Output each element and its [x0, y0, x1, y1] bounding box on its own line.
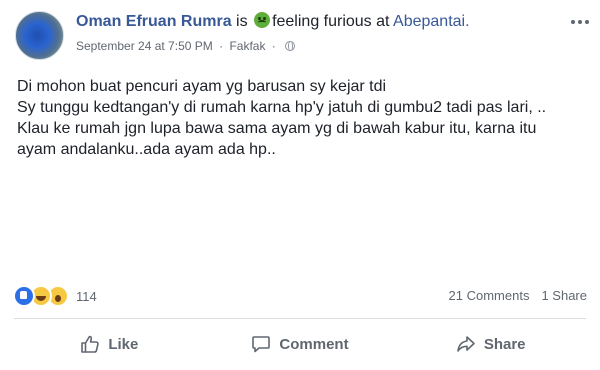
post-timestamp[interactable]: September 24 at 7:50 PM — [76, 39, 213, 53]
thumbs-up-icon — [81, 335, 100, 353]
post-text-line: Di mohon buat pencuri ayam yg barusan sy… — [17, 78, 387, 95]
post-text-line: Klau ke rumah jgn lupa bawa sama ayam yg… — [17, 120, 537, 137]
engagement-counts: 21 Comments 1 Share — [449, 287, 587, 305]
reactions-summary[interactable]: 114 — [13, 285, 97, 307]
dot-icon — [571, 20, 575, 24]
post-body: Di mohon buat pencuri ayam yg barusan sy… — [17, 76, 592, 160]
location-link[interactable]: Abepantai. — [393, 13, 470, 30]
meta-separator: · — [271, 39, 276, 53]
headline-connector: is — [236, 13, 248, 30]
post-headline: Oman Efruan Rumra is feeling furious at … — [76, 12, 470, 32]
post-text-line: ayam andalanku..ada ayam ada hp.. — [17, 141, 276, 158]
facebook-post: Oman Efruan Rumra is feeling furious at … — [0, 0, 600, 370]
comment-icon — [252, 336, 271, 353]
share-label: Share — [483, 335, 526, 353]
author-name[interactable]: Oman Efruan Rumra — [76, 13, 232, 30]
action-bar: Like Comment Share — [14, 325, 586, 363]
meta-separator: · — [219, 39, 224, 53]
divider — [14, 318, 586, 319]
post-place[interactable]: Fakfak — [229, 39, 265, 53]
share-arrow-icon — [457, 336, 475, 352]
comment-button[interactable]: Comment — [205, 325, 396, 363]
dot-icon — [585, 20, 589, 24]
reaction-count[interactable]: 114 — [76, 289, 97, 304]
avatar[interactable] — [15, 11, 64, 60]
post-text-line: Sy tunggu kedtangan'y di rumah karna hp'… — [17, 99, 547, 116]
angry-face-icon — [254, 12, 271, 28]
like-label: Like — [108, 335, 139, 353]
shares-count[interactable]: 1 Share — [541, 288, 587, 303]
comments-count[interactable]: 21 Comments — [449, 288, 530, 303]
more-options-button[interactable] — [568, 12, 592, 32]
like-reaction-icon — [13, 285, 35, 307]
dot-icon — [578, 20, 582, 24]
post-meta: September 24 at 7:50 PM · Fakfak · — [76, 38, 296, 54]
feeling-text: feeling furious at — [272, 13, 390, 30]
share-button[interactable]: Share — [395, 325, 586, 363]
comment-label: Comment — [279, 335, 349, 353]
like-button[interactable]: Like — [14, 325, 205, 363]
globe-icon[interactable] — [285, 41, 296, 51]
